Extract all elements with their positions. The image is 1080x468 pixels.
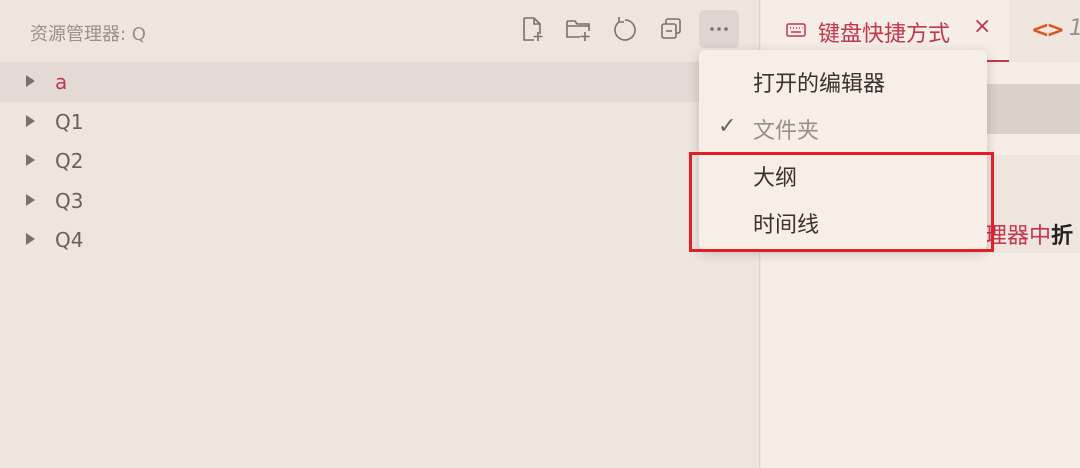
tree-item-label: Q4 [55,228,84,252]
chevron-right-icon[interactable] [26,194,35,206]
chevron-right-icon[interactable] [26,115,35,127]
collapse-all-button[interactable] [651,10,691,48]
tree-item-label: Q3 [55,189,84,213]
new-folder-button[interactable] [558,10,598,48]
annotation-highlight-box [689,152,994,252]
close-icon[interactable]: × [973,14,991,39]
tree-item-q3[interactable]: Q3 [0,181,760,221]
explorer-title: 资源管理器: Q [30,24,146,45]
tree-item-a[interactable]: a [0,62,760,102]
tree-item-label: a [55,70,68,94]
tree-item-label: Q2 [55,149,84,173]
tree-item-q1[interactable]: Q1 [0,102,760,142]
tab-second-label[interactable]: 1 [1069,16,1080,41]
chevron-right-icon[interactable] [26,233,35,245]
explorer-header: 资源管理器: Q [0,0,760,60]
code-icon: <> [1031,18,1065,43]
collapse-all-icon [661,18,681,39]
tree-item-label: Q1 [55,110,84,134]
more-actions-button[interactable] [699,10,739,48]
explorer-panel: 资源管理器: Q a Q1 Q2 Q3 Q4 [0,0,760,468]
new-folder-icon [566,20,590,41]
new-file-button[interactable] [512,10,552,48]
tree-item-q2[interactable]: Q2 [0,141,760,181]
editor-line-bold-text: 折 [1051,224,1074,249]
chevron-right-icon[interactable] [26,75,35,87]
new-file-icon [523,17,543,41]
tree-item-q4[interactable]: Q4 [0,220,760,260]
more-actions-icon [710,27,728,31]
tab-label: 键盘快捷方式 [818,22,951,47]
menu-item-open-editors[interactable]: 打开的编辑器 [699,58,987,105]
menu-item-label: 文件夹 [753,119,820,144]
menu-item-folders[interactable]: ✓ 文件夹 [699,105,987,152]
refresh-button[interactable] [605,10,645,48]
keyboard-icon [786,23,806,37]
editor-line-red-text: 理器中 [985,224,1052,249]
refresh-icon [614,17,636,41]
check-icon: ✓ [718,114,737,139]
chevron-right-icon[interactable] [26,154,35,166]
menu-item-label: 打开的编辑器 [753,72,886,97]
editor-line-text: 理器中折 [985,218,1073,250]
